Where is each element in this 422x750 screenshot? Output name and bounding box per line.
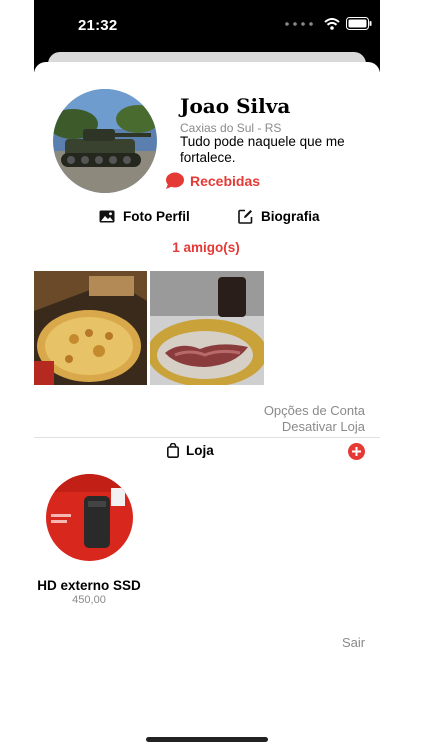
logout-button[interactable]: Sair <box>342 635 365 650</box>
photo-icon <box>99 210 115 223</box>
account-options-link[interactable]: Opções de Conta <box>264 403 365 418</box>
wifi-icon <box>324 17 340 30</box>
received-label: Recebidas <box>190 173 261 189</box>
received-button[interactable]: Recebidas <box>165 172 260 190</box>
profile-photo-button[interactable]: Foto Perfil <box>99 209 190 224</box>
product-name: HD externo SSD <box>37 578 141 593</box>
profile-city: Caxias do Sul - RS <box>180 121 282 135</box>
add-product-button[interactable] <box>348 443 365 460</box>
profile-avatar[interactable] <box>53 89 157 193</box>
friends-count-link[interactable]: 1 amigo(s) <box>0 240 412 255</box>
gallery-photo[interactable] <box>150 271 264 385</box>
edit-icon <box>238 209 253 224</box>
shopping-bag-icon <box>167 443 179 458</box>
plus-icon <box>352 447 361 456</box>
biography-label: Biografia <box>261 209 320 224</box>
gallery-photo[interactable] <box>34 271 147 385</box>
battery-icon <box>346 17 372 30</box>
signal-icon <box>285 21 313 26</box>
home-indicator <box>146 737 268 742</box>
product-image[interactable] <box>46 474 133 561</box>
profile-photo-label: Foto Perfil <box>123 209 190 224</box>
deactivate-store-link[interactable]: Desativar Loja <box>282 419 365 434</box>
profile-bio: Tudo pode naquele que me fortalece. <box>180 134 345 165</box>
store-tab-label: Loja <box>186 443 214 458</box>
speech-bubble-icon <box>166 172 184 189</box>
status-icons <box>284 17 372 30</box>
product-price: 450,00 <box>72 594 106 606</box>
status-time: 21:32 <box>78 17 118 34</box>
biography-button[interactable]: Biografia <box>238 209 320 224</box>
profile-name: Joao Silva <box>180 94 291 118</box>
store-tab[interactable]: Loja <box>167 443 214 458</box>
divider <box>34 437 380 438</box>
